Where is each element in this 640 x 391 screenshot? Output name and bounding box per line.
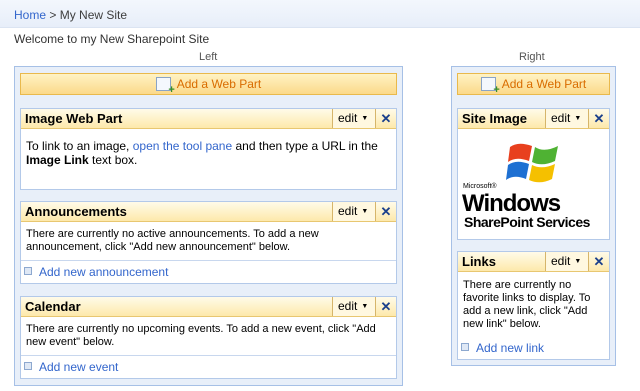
body-text-suffix: text box. <box>92 153 138 167</box>
left-zone: Add a Web Part Image Web Part edit▼ ✕ To… <box>14 66 403 386</box>
welcome-text: Welcome to my New Sharepoint Site <box>14 32 210 46</box>
web-part-title: Image Web Part <box>25 111 123 126</box>
web-part-title-bar: Image Web Part edit ▼ ✕ <box>21 109 396 129</box>
zone-label-right: Right <box>519 51 545 63</box>
web-part-title: Announcements <box>25 204 127 219</box>
site-image-web-part: Site Image edit ▼ ✕ Microsoft® Windows Sh… <box>457 108 610 240</box>
right-zone: Add a Web Part Site Image edit▼ ✕ Micros… <box>451 66 616 366</box>
edit-menu-button[interactable]: edit ▼ <box>545 252 589 271</box>
web-part-title: Links <box>462 254 496 269</box>
web-part-body: To link to an image, open the tool pane … <box>26 139 391 167</box>
edit-menu-button[interactable]: edit ▼ <box>545 109 589 128</box>
dropdown-arrow-icon: ▼ <box>574 115 582 122</box>
dropdown-arrow-icon: ▼ <box>361 303 369 310</box>
web-part-body: There are currently no favorite links to… <box>463 279 591 330</box>
add-item-row: Add new link <box>458 337 609 361</box>
dropdown-arrow-icon: ▼ <box>574 258 582 265</box>
image-link-bold: Image Link <box>26 153 89 167</box>
web-part-body: There are currently no upcoming events. … <box>26 323 376 348</box>
web-part-title: Site Image <box>462 111 528 126</box>
close-icon[interactable]: ✕ <box>376 202 396 221</box>
web-part-title: Calendar <box>25 299 81 314</box>
bullet-icon <box>24 362 32 370</box>
web-part-title-bar: Links edit ▼ ✕ <box>458 252 609 272</box>
sharepoint-services-wordmark: SharePoint Services <box>464 214 590 230</box>
links-web-part: Links edit ▼ ✕ There are currently no fav… <box>457 251 610 360</box>
open-tool-pane-link[interactable]: open the tool pane <box>133 139 232 153</box>
left-add-web-part-button[interactable]: Add a Web Part <box>20 73 397 96</box>
breadcrumb-bar: Home > My New Site <box>0 0 640 28</box>
body-text-mid: and then type a URL in the <box>235 139 378 153</box>
web-part-title-bar: Calendar edit ▼ ✕ <box>21 297 396 317</box>
close-icon[interactable]: ✕ <box>589 252 609 271</box>
add-new-event-link[interactable]: Add new event <box>39 360 118 374</box>
image-web-part: Image Web Part edit ▼ ✕ To link to an ima… <box>20 108 397 190</box>
add-web-part-icon <box>155 77 175 96</box>
close-icon[interactable]: ✕ <box>376 297 396 316</box>
edit-label: edit <box>338 299 358 313</box>
edit-label: edit <box>551 254 571 268</box>
edit-menu-button[interactable]: edit ▼ <box>332 109 376 128</box>
add-web-part-label: Add a Web Part <box>501 77 587 91</box>
body-text-prefix: To link to an image, <box>26 139 130 153</box>
add-new-announcement-link[interactable]: Add new announcement <box>39 265 168 279</box>
microsoft-wordmark: Microsoft® <box>463 183 497 190</box>
add-item-row: Add new announcement <box>21 260 396 284</box>
breadcrumb-current: My New Site <box>59 8 128 22</box>
edit-label: edit <box>338 204 358 218</box>
web-part-title-bar: Announcements edit ▼ ✕ <box>21 202 396 222</box>
breadcrumb-separator: > <box>49 8 57 22</box>
dropdown-arrow-icon: ▼ <box>361 208 369 215</box>
bullet-icon <box>461 343 469 351</box>
right-add-web-part-button[interactable]: Add a Web Part <box>457 73 610 96</box>
breadcrumb-home-link[interactable]: Home <box>14 8 46 22</box>
windows-flag-icon <box>506 143 558 183</box>
edit-menu-button[interactable]: edit ▼ <box>332 297 376 316</box>
announcements-web-part: Announcements edit ▼ ✕ There are currentl… <box>20 201 397 284</box>
add-web-part-icon <box>480 77 500 96</box>
web-part-title-bar: Site Image edit ▼ ✕ <box>458 109 609 129</box>
edit-label: edit <box>551 111 571 125</box>
zone-label-left: Left <box>199 51 218 63</box>
edit-menu-button[interactable]: edit ▼ <box>332 202 376 221</box>
add-new-link-link[interactable]: Add new link <box>476 341 544 355</box>
dropdown-arrow-icon: ▼ <box>361 115 369 122</box>
add-web-part-label: Add a Web Part <box>176 77 262 91</box>
close-icon[interactable]: ✕ <box>376 109 396 128</box>
edit-label: edit <box>338 111 358 125</box>
windows-sharepoint-logo: Microsoft® Windows SharePoint Services <box>462 135 610 230</box>
bullet-icon <box>24 267 32 275</box>
calendar-web-part: Calendar edit ▼ ✕ There are currently no … <box>20 296 397 379</box>
web-part-body: There are currently no active announceme… <box>26 228 319 253</box>
breadcrumb: Home > My New Site <box>14 8 127 22</box>
add-item-row: Add new event <box>21 355 396 379</box>
close-icon[interactable]: ✕ <box>589 109 609 128</box>
